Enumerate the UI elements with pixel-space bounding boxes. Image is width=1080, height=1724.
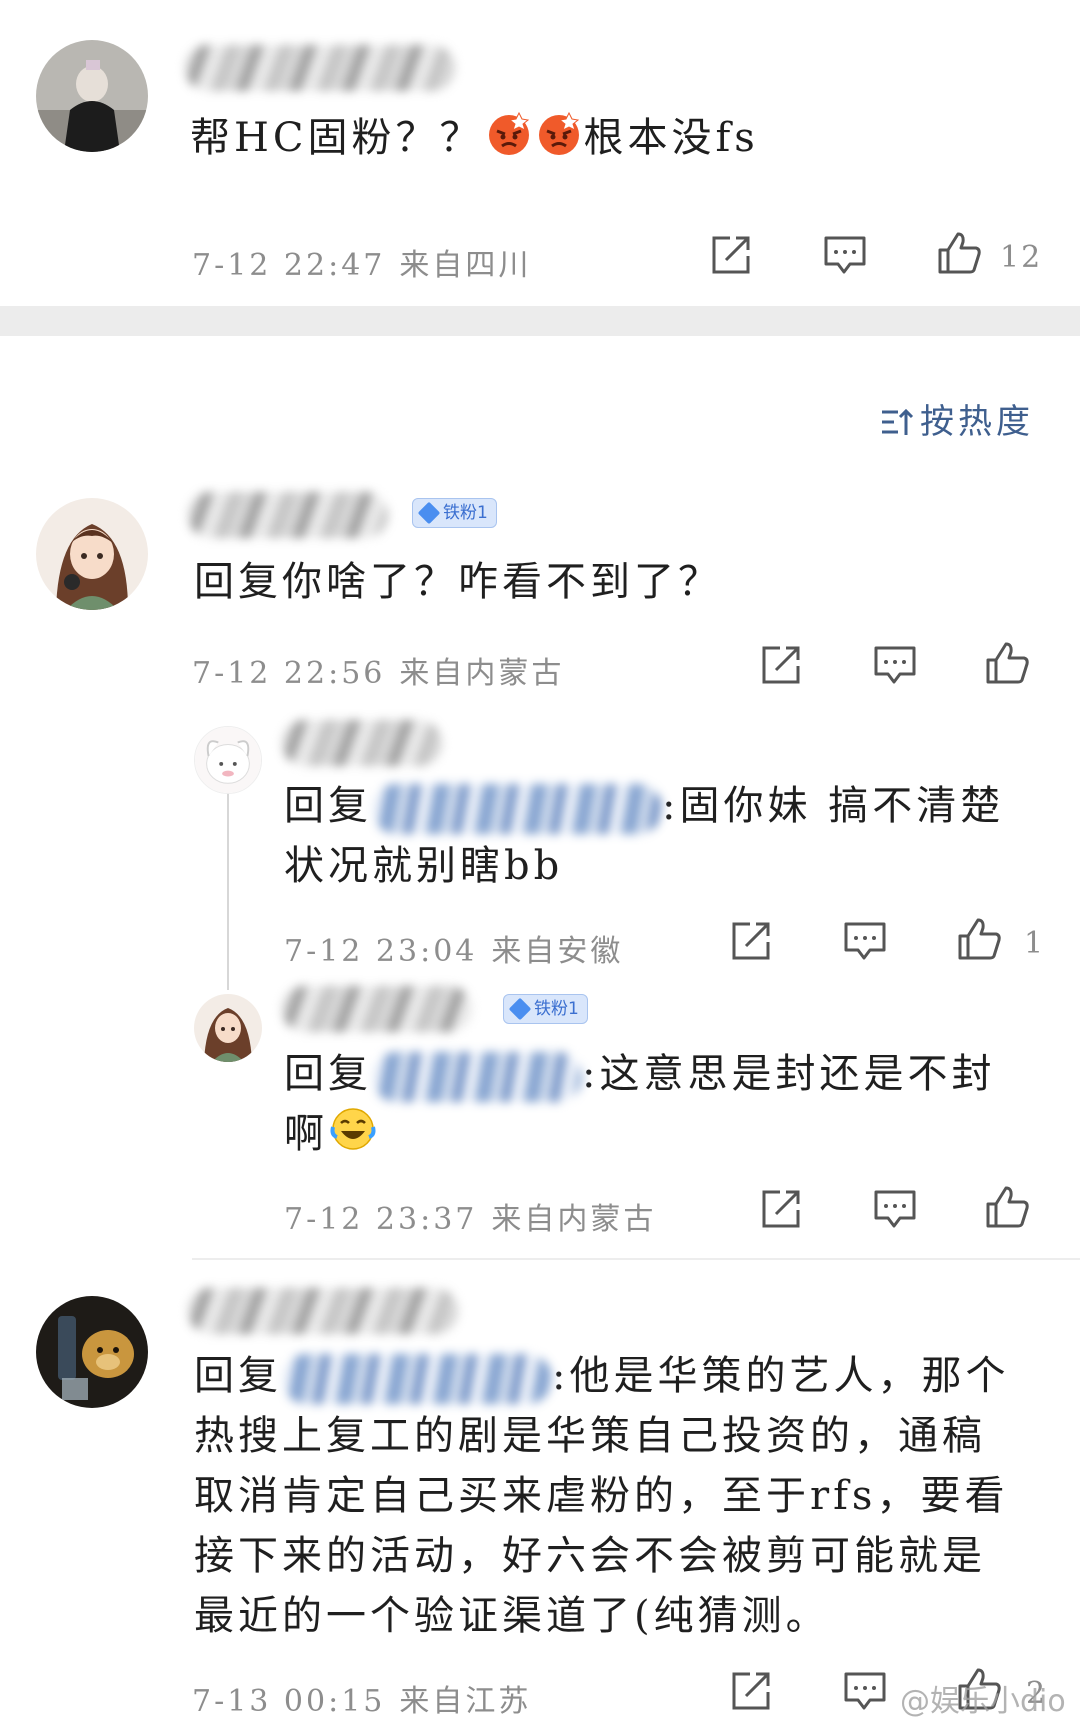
comment-location: 来自内蒙古	[399, 656, 565, 691]
comment-meta: 7-12 22:47 来自四川	[192, 240, 545, 284]
diamond-icon	[417, 501, 441, 525]
diamond-icon	[508, 997, 532, 1021]
reply-text-line1: :他是华策的艺人，那个	[552, 1353, 1010, 1399]
fan-badge: 铁粉1	[412, 498, 497, 528]
section-divider	[0, 306, 1080, 336]
sort-toggle[interactable]: 按热度	[880, 394, 1034, 446]
reply-target-blurred[interactable]	[372, 784, 662, 834]
reply-text-line2: 热搜上复工的剧是华策自己投资的，通稿	[194, 1413, 986, 1459]
sort-label: 按热度	[920, 402, 1034, 442]
comment-text-part1: 帮HC固粉？？	[190, 115, 484, 161]
angry-face-icon	[535, 109, 583, 157]
share-icon[interactable]	[758, 1186, 804, 1232]
comment-icon[interactable]	[872, 1186, 918, 1232]
comment-icon[interactable]	[822, 232, 868, 278]
reply-prefix: 回复	[284, 783, 372, 829]
fan-badge-label: 铁粉1	[534, 999, 579, 1019]
share-icon[interactable]	[728, 1668, 774, 1714]
reply-text-line1: :这意思是封还是不封	[582, 1051, 996, 1097]
comment-time: 7-13 00:15	[192, 1684, 386, 1719]
comment-divider	[192, 1258, 1080, 1260]
angry-face-icon	[485, 109, 533, 157]
reply-text-line2-content: 啊	[284, 1111, 328, 1157]
username-blurred[interactable]	[185, 45, 455, 91]
like-icon[interactable]	[936, 230, 982, 276]
comment-time: 7-12 23:37	[284, 1202, 478, 1237]
sort-icon	[880, 406, 914, 446]
reply-text-line5: 最近的一个验证渠道了(纯猜测。	[194, 1593, 830, 1639]
reply-target-blurred[interactable]	[282, 1354, 552, 1404]
avatar[interactable]	[36, 40, 148, 152]
fan-badge-label: 铁粉1	[443, 503, 488, 523]
fan-badge: 铁粉1	[503, 994, 588, 1024]
reply-target-blurred[interactable]	[372, 1052, 582, 1102]
like-icon[interactable]	[956, 916, 1002, 962]
comment-text: 帮HC固粉？？ 根本没fs	[190, 108, 759, 168]
reply-text-line2: 啊	[284, 1104, 378, 1164]
avatar[interactable]	[194, 994, 262, 1062]
like-count: 12	[1000, 240, 1043, 275]
comment-icon[interactable]	[842, 918, 888, 964]
username-blurred[interactable]	[282, 986, 472, 1032]
username-blurred[interactable]	[282, 720, 442, 766]
comment-text: 回复你啥了？咋看不到了？	[194, 559, 722, 605]
reply-text-line3: 取消肯定自己买来虐粉的，至于rfs，要看	[194, 1473, 1009, 1519]
share-icon[interactable]	[758, 642, 804, 688]
comment-icon[interactable]	[872, 642, 918, 688]
watermark: @娱乐小dio	[900, 1684, 1066, 1719]
comment-time: 7-12 23:04	[284, 934, 478, 969]
comment-time: 7-12 22:47	[192, 248, 386, 283]
comment-meta: 7-12 23:04 来自安徽	[284, 926, 637, 970]
like-icon[interactable]	[984, 640, 1030, 686]
comment-location: 来自江苏	[399, 1684, 532, 1719]
reply-text-line2: 状况就别瞎bb	[284, 843, 564, 889]
avatar[interactable]	[36, 498, 148, 610]
reply-text: 回复 :固你妹 搞不清楚	[284, 776, 1004, 836]
like-icon[interactable]	[984, 1184, 1030, 1230]
comment-location: 来自内蒙古	[491, 1202, 657, 1237]
reply-prefix: 回复	[194, 1353, 282, 1399]
thread-connector	[227, 790, 229, 990]
comment-icon[interactable]	[842, 1668, 888, 1714]
comment-time: 7-12 22:56	[192, 656, 386, 691]
share-icon[interactable]	[708, 232, 754, 278]
crying-laughing-face-icon	[329, 1105, 377, 1153]
username-blurred[interactable]	[188, 492, 388, 538]
comment-meta: 7-13 00:15 来自江苏	[192, 1676, 545, 1720]
username-blurred[interactable]	[188, 1288, 458, 1334]
avatar[interactable]	[194, 726, 262, 794]
comment-location: 来自四川	[399, 248, 532, 283]
like-count: 1	[1024, 926, 1046, 961]
reply-text-line4: 接下来的活动，好六会不会被剪可能就是	[194, 1533, 986, 1579]
avatar[interactable]	[36, 1296, 148, 1408]
reply-text-line1: :固你妹 搞不清楚	[662, 783, 1005, 829]
comment-text-part2: 根本没fs	[583, 115, 759, 161]
reply-text: 回复 :他是华策的艺人，那个	[194, 1346, 1009, 1406]
reply-prefix: 回复	[284, 1051, 372, 1097]
comment-location: 来自安徽	[491, 934, 624, 969]
share-icon[interactable]	[728, 918, 774, 964]
reply-text: 回复 :这意思是封还是不封	[284, 1044, 995, 1104]
comment-meta: 7-12 22:56 来自内蒙古	[192, 648, 578, 692]
comment-meta: 7-12 23:37 来自内蒙古	[284, 1194, 670, 1238]
